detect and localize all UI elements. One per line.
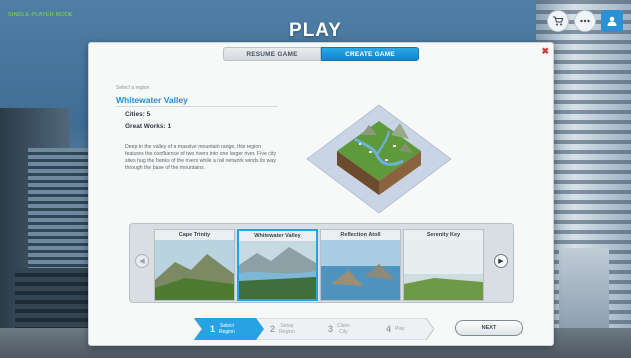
region-card-label: Serenity Key bbox=[404, 230, 483, 240]
close-icon[interactable]: ✖ bbox=[541, 46, 549, 57]
region-carousel: ◀ Cape Trinity Whitewater Valley Reflect… bbox=[129, 223, 514, 303]
region-thumbnail bbox=[239, 241, 316, 299]
setup-steps: 1 Select Region 2 Setup Region 3 Claim City… bbox=[194, 318, 434, 340]
step-label: City bbox=[339, 329, 348, 335]
page-title: PLAY bbox=[289, 20, 342, 41]
region-card-label: Reflection Atoll bbox=[321, 230, 400, 240]
region-title: Whitewater Valley bbox=[116, 95, 188, 105]
next-button[interactable]: NEXT bbox=[455, 320, 523, 336]
region-thumbnail bbox=[404, 240, 483, 300]
region-thumbnail bbox=[155, 240, 234, 300]
carousel-next-button[interactable]: ▶ bbox=[494, 254, 508, 268]
tab-bar: RESUME GAME CREATE GAME bbox=[223, 47, 419, 61]
region-hint: Select a region bbox=[116, 85, 150, 91]
step-label: Region bbox=[279, 329, 295, 335]
region-card-reflection-atoll[interactable]: Reflection Atoll bbox=[320, 229, 401, 301]
divider bbox=[116, 106, 278, 107]
step-label: Play bbox=[395, 326, 405, 332]
step-claim-city: 3 Claim City bbox=[328, 318, 350, 340]
step-select-region: 1 Select Region bbox=[210, 318, 235, 340]
play-dialog: RESUME GAME CREATE GAME ✖ Select a regio… bbox=[88, 42, 554, 346]
more-dots-icon[interactable] bbox=[574, 10, 596, 32]
step-number: 1 bbox=[210, 324, 216, 334]
region-card-whitewater-valley[interactable]: Whitewater Valley bbox=[237, 229, 318, 301]
cities-count: Cities: 5 bbox=[125, 111, 151, 118]
region-card-label: Cape Trinity bbox=[155, 230, 234, 240]
region-thumbnail bbox=[321, 240, 400, 300]
region-card-label: Whitewater Valley bbox=[239, 231, 316, 241]
step-number: 4 bbox=[386, 324, 392, 334]
step-play: 4 Play bbox=[386, 318, 405, 340]
carousel-prev-button[interactable]: ◀ bbox=[135, 254, 149, 268]
region-description: Deep in the valley of a massive mountain… bbox=[125, 144, 277, 171]
top-icon-bar bbox=[547, 10, 623, 32]
region-card-serenity-key[interactable]: Serenity Key bbox=[403, 229, 484, 301]
tab-create-game[interactable]: CREATE GAME bbox=[321, 47, 419, 61]
great-works-count: Great Works: 1 bbox=[125, 123, 172, 130]
step-setup-region: 2 Setup Region bbox=[270, 318, 295, 340]
step-number: 3 bbox=[328, 324, 334, 334]
user-profile-icon[interactable] bbox=[601, 10, 623, 32]
mode-label: SINGLE-PLAYER MODE bbox=[8, 12, 73, 18]
step-label: Region bbox=[219, 329, 235, 335]
region-preview-image bbox=[306, 104, 452, 214]
shop-cart-icon[interactable] bbox=[547, 10, 569, 32]
step-number: 2 bbox=[270, 324, 276, 334]
region-card-cape-trinity[interactable]: Cape Trinity bbox=[154, 229, 235, 301]
tab-resume-game[interactable]: RESUME GAME bbox=[223, 47, 321, 61]
